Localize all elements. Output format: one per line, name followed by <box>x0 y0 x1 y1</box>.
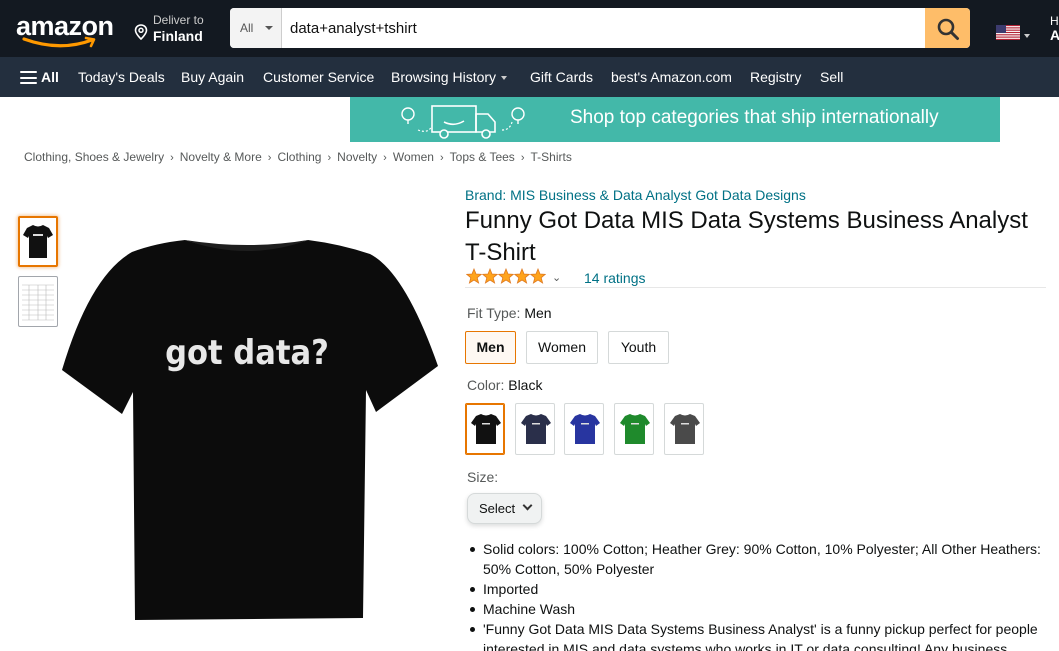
chevron-right-icon: › <box>327 152 332 164</box>
nav-gift-cards[interactable]: Gift Cards <box>530 67 593 87</box>
fit-option-youth[interactable]: Youth <box>608 331 669 364</box>
banner-text: Shop top categories that ship internatio… <box>570 107 939 128</box>
size-select[interactable]: Select <box>467 493 542 524</box>
breadcrumb-item[interactable]: Women <box>393 150 434 164</box>
breadcrumb-item[interactable]: Novelty <box>337 150 377 164</box>
search-button[interactable] <box>925 8 970 48</box>
color-label: Color: Black <box>467 376 542 394</box>
divider <box>465 287 1046 288</box>
tshirt-thumbnail-image <box>23 225 53 258</box>
breadcrumb-item[interactable]: Clothing <box>277 150 321 164</box>
breadcrumb-item[interactable]: T-Shirts <box>530 150 571 164</box>
deliver-to[interactable]: Deliver to Finland <box>134 12 224 46</box>
breadcrumb: Clothing, Shoes & Jewelry › Novelty & More… <box>24 149 572 166</box>
color-value: Black <box>508 377 543 393</box>
nav-todays-deals[interactable]: Today's Deals <box>78 67 165 87</box>
fit-type-value: Men <box>524 305 552 321</box>
deliver-location: Finland <box>153 28 203 44</box>
tshirt-swatch-image <box>620 414 650 444</box>
location-pin-icon <box>134 24 148 40</box>
star-rating-icon[interactable] <box>466 268 546 285</box>
breadcrumb-item[interactable]: Tops & Tees <box>450 150 515 164</box>
feature-bullet: Machine Wash <box>470 599 1053 619</box>
product-title: Funny Got Data MIS Data Systems Business… <box>465 207 1028 266</box>
chevron-right-icon: › <box>520 152 525 164</box>
nav-registry[interactable]: Registry <box>750 67 801 87</box>
color-swatch-navy[interactable] <box>515 403 555 455</box>
smile-icon <box>22 36 96 48</box>
feature-bullet: 'Funny Got Data MIS Data Systems Busines… <box>470 619 1053 651</box>
shipping-banner[interactable]: Shop top categories that ship internatio… <box>350 97 1000 142</box>
nav-sell[interactable]: Sell <box>820 67 843 87</box>
brand-link[interactable]: Brand: MIS Business & Data Analyst Got D… <box>465 186 806 204</box>
search-category-dropdown[interactable]: All <box>230 8 282 48</box>
breadcrumb-item[interactable]: Novelty & More <box>180 150 262 164</box>
tshirt-swatch-image <box>521 414 551 444</box>
size-chart-thumbnail[interactable] <box>18 276 58 327</box>
fit-option-women[interactable]: Women <box>526 331 598 364</box>
feature-bullet: Solid colors: 100% Cotton; Heather Grey:… <box>470 539 1053 579</box>
chevron-down-icon[interactable]: ⌄ <box>552 271 561 284</box>
breadcrumb-item[interactable]: Clothing, Shoes & Jewelry <box>24 150 164 164</box>
fit-type-label: Fit Type: Men <box>467 304 552 322</box>
color-swatch-grey[interactable] <box>664 403 704 455</box>
chevron-right-icon: › <box>439 152 444 164</box>
size-chart-image <box>22 284 54 321</box>
search-icon <box>937 18 959 40</box>
chevron-right-icon: › <box>383 152 387 164</box>
feature-bullets: Solid colors: 100% Cotton; Heather Grey:… <box>470 539 1053 651</box>
nav-customer-service[interactable]: Customer Service <box>263 67 374 87</box>
search-bar: All <box>230 8 970 48</box>
fit-type-caption: Fit Type: <box>467 305 525 321</box>
product-thumbnail[interactable] <box>18 216 58 267</box>
sub-nav: All Today's Deals Buy Again Customer Ser… <box>0 57 1059 97</box>
ratings-count-link[interactable]: 14 ratings <box>584 269 645 287</box>
us-flag-icon[interactable] <box>996 25 1020 40</box>
tshirt-swatch-image <box>670 414 700 444</box>
delivery-truck-icon <box>401 105 525 139</box>
fit-option-men[interactable]: Men <box>465 331 516 364</box>
nav-bests-amazon[interactable]: best's Amazon.com <box>611 67 732 87</box>
search-category-label: All <box>240 21 254 35</box>
color-swatch-royal-blue[interactable] <box>564 403 604 455</box>
nav-all[interactable]: All <box>41 67 59 87</box>
color-swatch-green[interactable] <box>614 403 654 455</box>
top-nav: amazon Deliver to Finland All data+analy… <box>0 0 1059 57</box>
size-select-value: Select <box>479 501 516 516</box>
language-caret-icon[interactable] <box>1024 34 1030 38</box>
chevron-down-icon <box>522 500 533 511</box>
nav-browsing-history[interactable]: Browsing History <box>391 67 508 87</box>
tshirt-swatch-image <box>570 414 600 444</box>
nav-buy-again[interactable]: Buy Again <box>181 67 244 87</box>
product-main-image[interactable]: got data? <box>60 238 440 623</box>
feature-bullet: Imported <box>470 579 1053 599</box>
account-lists[interactable]: A <box>1050 27 1059 43</box>
nav-browsing-history-label: Browsing History <box>391 69 497 85</box>
hamburger-menu-icon[interactable] <box>20 71 37 84</box>
color-swatch-black[interactable] <box>465 403 505 455</box>
search-input[interactable] <box>282 8 925 48</box>
size-label: Size: <box>467 469 499 485</box>
shirt-print-text: got data? <box>165 333 329 373</box>
amazon-logo[interactable]: amazon <box>16 10 118 48</box>
deliver-label: Deliver to <box>153 13 204 27</box>
chevron-right-icon: › <box>170 152 174 164</box>
caret-down-icon <box>265 26 273 30</box>
caret-down-icon <box>501 76 508 81</box>
color-caption: Color: <box>467 377 509 393</box>
tshirt-image: got data? <box>62 240 438 620</box>
chevron-right-icon: › <box>267 152 272 164</box>
tshirt-swatch-image <box>471 414 501 444</box>
account-hello[interactable]: H <box>1050 14 1059 28</box>
